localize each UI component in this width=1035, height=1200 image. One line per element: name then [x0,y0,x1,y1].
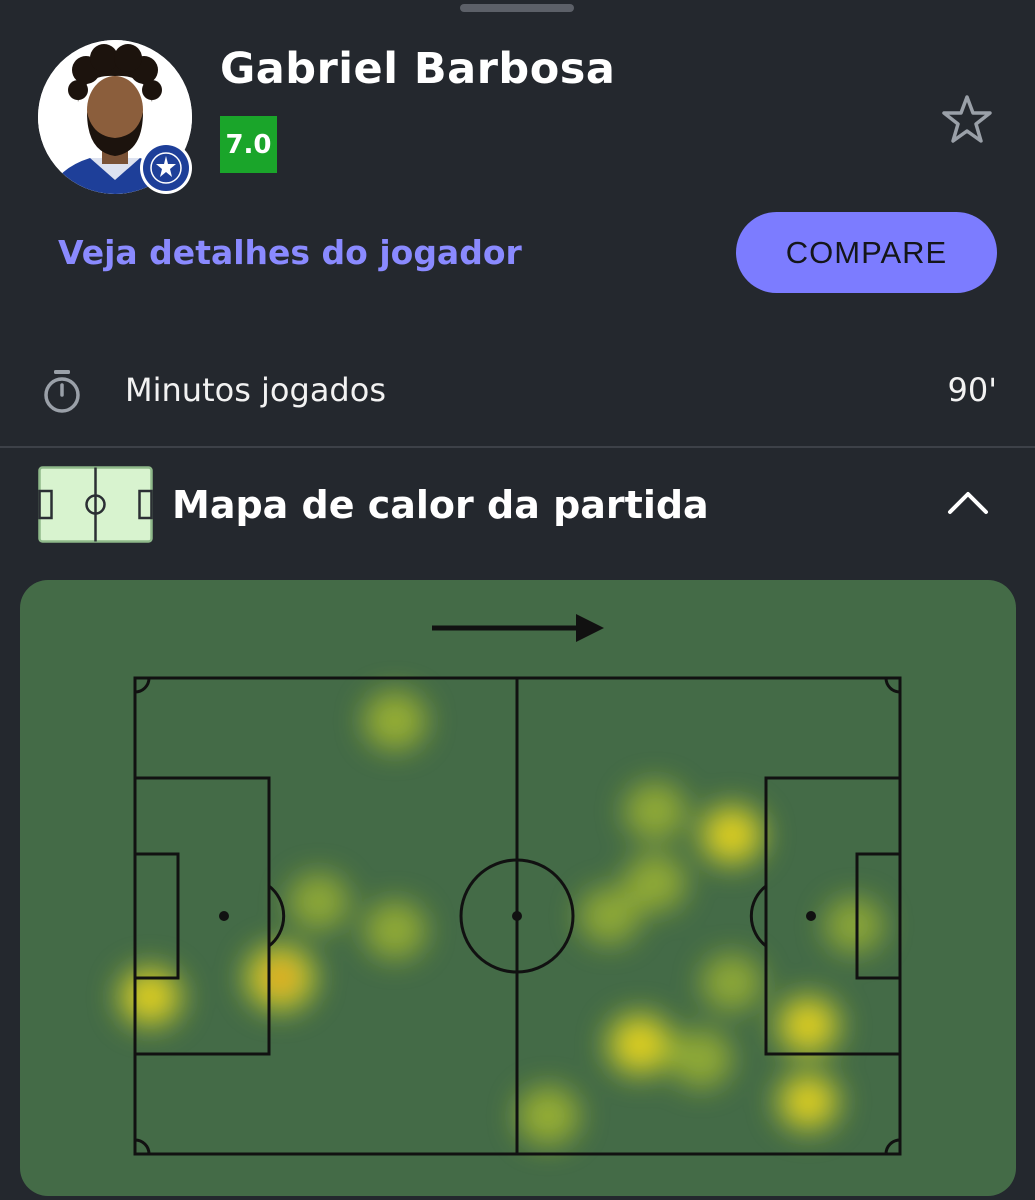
chevron-up-icon[interactable] [944,484,992,520]
heat-spot [701,954,763,1012]
player-name: Gabriel Barbosa [220,44,616,94]
heat-spot [516,1086,580,1146]
heat-layer [116,691,885,1146]
attack-direction-arrow-icon [432,614,604,642]
star-icon[interactable] [940,93,994,145]
heatmap-card [20,580,1016,1196]
heat-spot-core [618,1024,662,1065]
heat-spot [288,873,350,931]
heat-spot-core [788,1082,829,1121]
heat-spot-peak [268,965,293,990]
minutes-played-value: 90' [947,371,997,409]
minutes-played-label: Minutos jogados [125,371,386,409]
heat-spot [824,897,885,954]
heatmap-section-title: Mapa de calor da partida [172,483,709,527]
heat-spot [363,691,427,751]
stopwatch-icon [44,370,80,413]
compare-button[interactable]: COMPARE [736,212,997,293]
rating-badge: 7.0 [220,116,277,173]
heat-spot [578,887,640,945]
pitch-icon [38,466,153,543]
heat-spot [364,901,427,960]
club-crest-icon [140,142,192,194]
heat-spot-core [787,1005,829,1045]
heat-spot [624,782,687,841]
heat-spot [670,1029,733,1088]
heatmap-pitch [116,614,902,1156]
player-details-link[interactable]: Veja detalhes do jogador [58,230,522,276]
heat-spot-core [710,815,753,855]
drag-handle[interactable] [460,4,574,12]
divider [0,446,1035,448]
